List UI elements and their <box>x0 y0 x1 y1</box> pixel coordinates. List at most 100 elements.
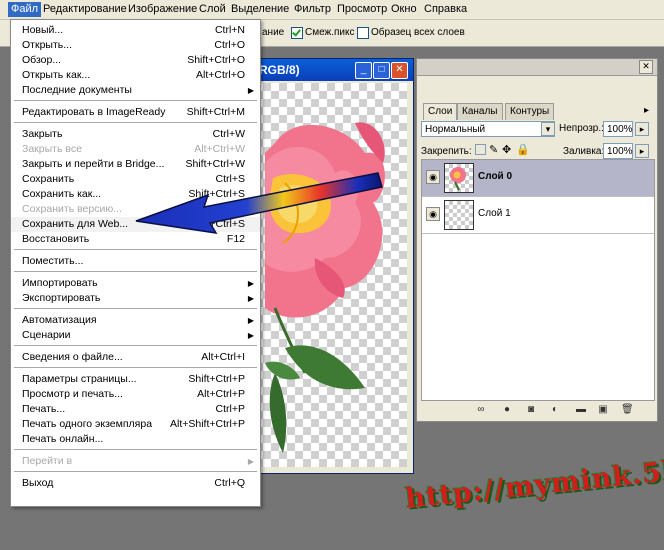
lock-position-icon[interactable]: ✥ <box>502 143 511 156</box>
menu-item-label: Просмотр и печать... <box>22 388 123 400</box>
close-button[interactable]: ✕ <box>391 62 408 79</box>
menu-item-просмотр-и-печать[interactable]: Просмотр и печать... Alt+Ctrl+P <box>11 387 260 402</box>
minimize-button[interactable]: _ <box>355 62 372 79</box>
menu-item-label: Сохранить как... <box>22 188 102 200</box>
submenu-arrow-icon: ▶ <box>247 294 254 303</box>
menu-item-параметры-страницы[interactable]: Параметры страницы... Shift+Ctrl+P <box>11 372 260 387</box>
trash-icon[interactable]: 🗑 <box>621 404 634 416</box>
panel-close-icon[interactable]: ✕ <box>639 60 653 74</box>
menu-item-выход[interactable]: Выход Ctrl+Q <box>11 476 260 491</box>
fill-input[interactable]: 100% <box>603 143 633 159</box>
menu-item-поместить[interactable]: Поместить... <box>11 254 260 269</box>
menu-window[interactable]: Окно <box>388 2 420 17</box>
menu-item-shortcut: Alt+Ctrl+O <box>195 69 245 81</box>
menu-separator <box>14 345 257 346</box>
menu-item-закрыть-все: Закрыть все Alt+Ctrl+W <box>11 142 260 157</box>
panel-footer: ∞ ● ◙ ◐ ▬ ▣ 🗑 <box>417 401 657 421</box>
layer-row[interactable]: ◉ Слой 1 <box>422 197 654 234</box>
tab-channels[interactable]: Каналы <box>457 103 503 120</box>
menu-item-открыть-как[interactable]: Открыть как... Alt+Ctrl+O <box>11 68 260 83</box>
menu-select[interactable]: Выделение <box>228 2 292 17</box>
eye-icon[interactable]: ◉ <box>426 170 440 184</box>
panel-menu-icon[interactable]: ▸ <box>644 105 649 116</box>
menu-item-label: Открыть... <box>22 39 72 51</box>
menu-item-автоматизация[interactable]: Автоматизация ▶ <box>11 313 260 328</box>
menu-item-открыть[interactable]: Открыть... Ctrl+O <box>11 38 260 53</box>
menu-help[interactable]: Справка <box>421 2 470 17</box>
menu-separator <box>14 308 257 309</box>
lock-transparency-icon[interactable] <box>475 144 486 155</box>
menu-image[interactable]: Изображение <box>125 2 200 17</box>
menu-item-label: Печать... <box>22 403 66 415</box>
menu-separator <box>14 249 257 250</box>
tab-layers[interactable]: Слои <box>423 103 458 120</box>
menu-item-импортировать[interactable]: Импортировать ▶ <box>11 276 260 291</box>
menu-item-сценарии[interactable]: Сценарии ▶ <box>11 328 260 343</box>
menu-item-label: Новый... <box>22 24 64 36</box>
contiguous-checkbox[interactable] <box>291 27 303 39</box>
menu-item-label: Печать одного экземпляра <box>22 418 153 430</box>
link-icon[interactable]: ∞ <box>475 404 487 416</box>
menu-item-label: Закрыть <box>22 128 63 140</box>
menu-item-label: Печать онлайн... <box>22 433 104 445</box>
new-layer-icon[interactable]: ▣ <box>597 404 609 416</box>
menu-item-label: Восстановить <box>22 233 90 245</box>
contiguous-label: Смеж.пикс <box>305 27 355 38</box>
menu-separator <box>14 122 257 123</box>
panel-titlebar[interactable]: ✕ <box>417 59 657 76</box>
menu-item-обзор[interactable]: Обзор... Shift+Ctrl+O <box>11 53 260 68</box>
eye-icon[interactable]: ◉ <box>426 207 440 221</box>
menu-filter[interactable]: Фильтр <box>291 2 334 17</box>
sample-all-layers-checkbox[interactable] <box>357 27 369 39</box>
menu-item-закрыть[interactable]: Закрыть Ctrl+W <box>11 127 260 142</box>
options-partial-label: ание <box>262 27 285 38</box>
maximize-button[interactable]: □ <box>373 62 390 79</box>
layer-row[interactable]: ◉ Слой 0 <box>422 160 654 197</box>
menu-view[interactable]: Просмотр <box>334 2 390 17</box>
menu-edit[interactable]: Редактирование <box>40 2 130 17</box>
menu-item-перейти-в: Перейти в ▶ <box>11 454 260 469</box>
opacity-arrow-icon[interactable]: ▸ <box>635 122 649 136</box>
document-titlebar[interactable]: RGB/8) _ □ ✕ <box>251 59 413 81</box>
lock-label: Закрепить: <box>421 146 472 157</box>
submenu-arrow-icon: ▶ <box>247 331 254 340</box>
menu-item-печать-одного-экземпляра[interactable]: Печать одного экземпляра Alt+Shift+Ctrl+P <box>11 417 260 432</box>
menu-item-shortcut: Alt+Ctrl+I <box>201 351 245 363</box>
menu-item-последние-документы[interactable]: Последние документы ▶ <box>11 83 260 98</box>
menu-file[interactable]: Файл <box>8 2 42 17</box>
submenu-arrow-icon: ▶ <box>247 279 254 288</box>
sample-all-layers-label: Образец всех слоев <box>371 27 465 38</box>
layer-thumbnail <box>444 163 474 193</box>
menu-item-label: Сохранить <box>22 173 75 185</box>
menu-bar: Файл Редактирование Изображение Слой Выд… <box>0 0 664 20</box>
group-icon[interactable]: ▬ <box>575 404 587 416</box>
peony-flower-image <box>265 122 385 453</box>
opacity-input[interactable]: 100% <box>603 121 633 137</box>
document-canvas[interactable] <box>255 83 407 467</box>
layer-thumbnail <box>444 200 474 230</box>
menu-item-сведения-о-файле[interactable]: Сведения о файле... Alt+Ctrl+I <box>11 350 260 365</box>
menu-item-печать-онлайн[interactable]: Печать онлайн... <box>11 432 260 447</box>
menu-item-shortcut: Alt+Shift+Ctrl+P <box>170 418 245 430</box>
menu-item-экспортировать[interactable]: Экспортировать ▶ <box>11 291 260 306</box>
adjustment-icon[interactable]: ◐ <box>549 404 561 416</box>
fx-icon[interactable]: ● <box>501 404 513 416</box>
tab-paths[interactable]: Контуры <box>505 103 555 120</box>
lock-all-icon[interactable]: 🔒 <box>516 143 530 156</box>
fill-arrow-icon[interactable]: ▸ <box>635 144 649 158</box>
menu-item-редактировать-в-imageready[interactable]: Редактировать в ImageReady Shift+Ctrl+M <box>11 105 260 120</box>
menu-item-label: Закрыть все <box>22 143 82 155</box>
menu-item-shortcut: Shift+Ctrl+P <box>188 373 245 385</box>
lock-pixels-icon[interactable]: ✎ <box>489 143 498 156</box>
menu-item-label: Последние документы <box>22 84 132 96</box>
submenu-arrow-icon: ▶ <box>247 86 254 95</box>
menu-item-новый[interactable]: Новый... Ctrl+N <box>11 23 260 38</box>
menu-item-shortcut: Alt+Ctrl+P <box>197 388 245 400</box>
menu-layer[interactable]: Слой <box>196 2 229 17</box>
mask-icon[interactable]: ◙ <box>525 404 537 416</box>
chevron-down-icon[interactable]: ▾ <box>541 122 555 136</box>
menu-item-shortcut: Alt+Ctrl+W <box>194 143 245 155</box>
blend-mode-select[interactable]: Нормальный <box>421 121 555 137</box>
menu-item-печать[interactable]: Печать... Ctrl+P <box>11 402 260 417</box>
menu-item-label: Перейти в <box>22 455 73 467</box>
